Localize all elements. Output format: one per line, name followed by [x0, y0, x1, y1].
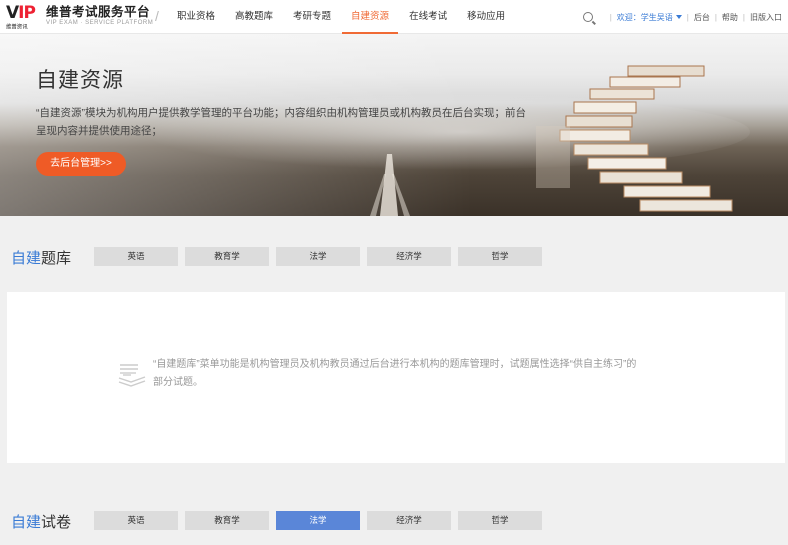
tab-economics[interactable]: 经济学: [367, 511, 451, 530]
chevron-down-icon: [675, 15, 682, 20]
question-bank-title-rest: 题库: [41, 250, 72, 267]
welcome-text: 欢迎：学生吴语: [616, 12, 673, 22]
logo-divider: /: [155, 8, 159, 24]
tab-english[interactable]: 英语: [94, 511, 178, 530]
divider: |: [714, 12, 717, 22]
header-actions: | 欢迎：学生吴语 | 后台 | 帮助 | 旧版入口: [582, 0, 782, 34]
user-menu[interactable]: 欢迎：学生吴语: [617, 12, 682, 23]
site-logo[interactable]: VIP 维普资讯 维普考试服务平台 VIP EXAM · SERVICE PLA…: [6, 3, 154, 31]
exam-papers-title-rest: 试卷: [41, 514, 72, 531]
nav-item-zaixian[interactable]: 在线考试: [400, 0, 456, 34]
divider: |: [609, 12, 612, 22]
tab-economics[interactable]: 经济学: [367, 247, 451, 266]
main-nav: 职业资格 高教题库 考研专题 自建资源 在线考试 移动应用: [168, 0, 516, 34]
banner-description: “自建资源”模块为机构用户提供教学管理的平台功能；内容组织由机构管理员或机构教员…: [36, 107, 526, 137]
old-version-link[interactable]: 旧版入口: [750, 12, 782, 23]
go-to-backend-button[interactable]: 去后台管理>>: [36, 152, 126, 176]
logo-mark-ip: IP: [18, 3, 36, 23]
question-bank-panel: “自建题库”菜单功能是机构管理员及机构教员通过后台进行本机构的题库管理时，试题属…: [7, 292, 785, 463]
question-bank-title-highlight: 自建: [11, 250, 42, 267]
tab-education[interactable]: 教育学: [185, 247, 269, 266]
tab-philosophy[interactable]: 哲学: [458, 511, 542, 530]
help-link[interactable]: 帮助: [722, 12, 738, 23]
nav-item-zijian[interactable]: 自建资源: [342, 0, 399, 34]
tab-law[interactable]: 法学: [276, 247, 360, 266]
tab-law[interactable]: 法学: [276, 511, 360, 530]
divider: |: [742, 12, 745, 22]
exam-papers-title: 自建试卷: [11, 511, 71, 532]
question-bank-title: 自建题库: [11, 247, 71, 268]
tab-education[interactable]: 教育学: [185, 511, 269, 530]
hero-banner: 自建资源 “自建资源”模块为机构用户提供教学管理的平台功能；内容组织由机构管理员…: [0, 34, 788, 216]
search-icon[interactable]: [582, 12, 593, 22]
banner-title: 自建资源: [36, 69, 124, 92]
tab-english[interactable]: 英语: [94, 247, 178, 266]
exam-papers-title-highlight: 自建: [11, 514, 42, 531]
nav-item-gaojiao[interactable]: 高教题库: [226, 0, 282, 34]
nav-item-kaoyan[interactable]: 考研专题: [284, 0, 340, 34]
tab-philosophy[interactable]: 哲学: [458, 247, 542, 266]
document-stack-icon: [118, 364, 146, 387]
nav-item-zhiye[interactable]: 职业资格: [168, 0, 224, 34]
site-name: 维普考试服务平台: [46, 5, 151, 19]
backend-link[interactable]: 后台: [694, 12, 710, 23]
logo-small-text: 维普资讯: [6, 24, 28, 31]
nav-item-yidong[interactable]: 移动应用: [458, 0, 514, 34]
exam-papers-tabs: 英语 教育学 法学 经济学 哲学: [94, 511, 549, 530]
question-bank-tabs: 英语 教育学 法学 经济学 哲学: [94, 247, 549, 266]
logo-mark-v: V: [6, 3, 19, 23]
site-tagline: VIP EXAM · SERVICE PLATFORM: [46, 20, 154, 26]
top-header: VIP 维普资讯 维普考试服务平台 VIP EXAM · SERVICE PLA…: [0, 0, 788, 34]
logo-mark: VIP 维普资讯: [6, 3, 44, 31]
question-bank-notice: “自建题库”菜单功能是机构管理员及机构教员通过后台进行本机构的题库管理时，试题属…: [153, 359, 637, 388]
divider: |: [686, 12, 689, 22]
